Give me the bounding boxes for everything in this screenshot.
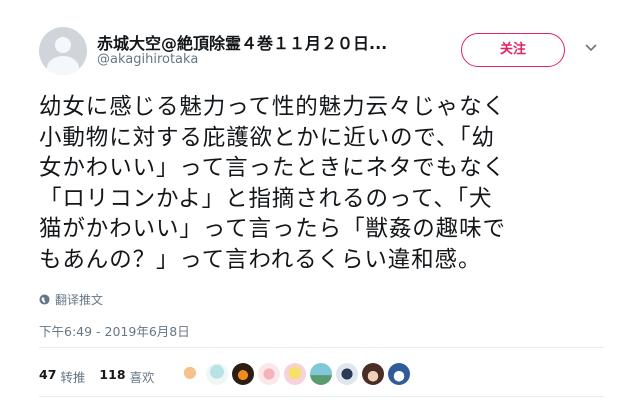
tweet-timestamp[interactable]: 下午6:49 - 2019年6月8日 <box>39 321 190 340</box>
tweet-text: 幼女に感じる魅力って性的魅力云々じゃなく 小動物に対する庇護欲とかに近いので、「… <box>39 92 619 276</box>
author-handle[interactable]: @akagihirotaka <box>97 52 198 67</box>
liker-avatar[interactable] <box>232 363 254 385</box>
retweets-label: 转推 <box>60 370 86 385</box>
divider <box>39 347 604 348</box>
divider <box>39 396 604 397</box>
translate-tweet-link[interactable]: 翻译推文 <box>39 291 103 308</box>
tweet-line: 女かわいい」って言ったときにネタでもなく <box>39 155 506 182</box>
follow-button[interactable]: 关注 <box>461 33 565 67</box>
tweet-line: もあんの？」って言われるくらい違和感。 <box>39 246 482 273</box>
retweets-count: 47 <box>39 367 57 382</box>
tweet-line: 「ロリコンかよ」と指摘されるのって、「犬 <box>39 185 493 212</box>
liker-avatar[interactable] <box>388 363 410 385</box>
liker-avatar[interactable] <box>180 363 202 385</box>
tweet-stats: 47 转推 118 喜欢 <box>39 367 155 386</box>
liker-avatar[interactable] <box>362 363 384 385</box>
tweet-line: 猫がかわいい」って言ったら「獣姦の趣味で <box>39 216 506 243</box>
liker-avatar[interactable] <box>206 363 228 385</box>
tweet-line: 小動物に対する庇護欲とかに近いので、「幼 <box>39 124 495 151</box>
likes-count: 118 <box>99 367 126 382</box>
retweets-stat[interactable]: 47 转推 <box>39 367 85 386</box>
avatar-body-shape <box>47 56 79 75</box>
likes-stat[interactable]: 118 喜欢 <box>99 367 154 386</box>
liker-avatar[interactable] <box>310 363 332 385</box>
liker-avatar[interactable] <box>284 363 306 385</box>
liker-avatar[interactable] <box>336 363 358 385</box>
liker-avatar[interactable] <box>258 363 280 385</box>
translate-label: 翻译推文 <box>55 293 104 307</box>
tweet-line: 幼女に感じる魅力って性的魅力云々じゃなく <box>39 94 506 120</box>
avatar-head-shape <box>55 37 71 53</box>
chevron-down-icon[interactable] <box>584 43 598 53</box>
liker-avatars <box>180 363 410 385</box>
author-avatar[interactable] <box>39 27 87 75</box>
globe-icon <box>39 294 50 305</box>
author-display-name[interactable]: 赤城大空@絶頂除霊４巻１１月２０日... <box>97 30 387 54</box>
likes-label: 喜欢 <box>129 370 155 385</box>
